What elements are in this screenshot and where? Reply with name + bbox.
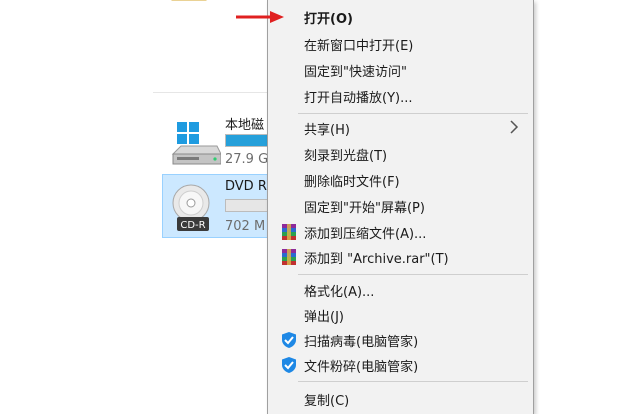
menu-item-delete-temp-files[interactable]: 删除临时文件(F): [268, 169, 533, 191]
menu-item-share[interactable]: 共享(H): [268, 117, 533, 139]
context-menu: 打开(O) 在新窗口中打开(E) 固定到"快速访问" 打开自动播放(Y)... …: [267, 0, 534, 414]
menu-item-label: 扫描病毒(电脑管家): [304, 335, 419, 350]
menu-item-label: 固定到"快速访问": [304, 65, 407, 80]
drive-usage-bar: [225, 199, 273, 212]
menu-item-label: 打开自动播放(Y)...: [304, 91, 413, 106]
winrar-icon: [282, 249, 296, 265]
menu-item-label: 删除临时文件(F): [304, 175, 400, 190]
menu-item-pin-quick-access[interactable]: 固定到"快速访问": [268, 59, 533, 81]
menu-item-burn-disc[interactable]: 刻录到光盘(T): [268, 143, 533, 165]
menu-item-label: 复制(C): [304, 394, 350, 409]
chevron-right-icon: [510, 120, 519, 134]
menu-item-scan-virus[interactable]: 扫描病毒(电脑管家): [268, 329, 533, 351]
menu-item-eject[interactable]: 弹出(J): [268, 304, 533, 326]
menu-separator: [298, 381, 528, 382]
drive-item-local[interactable]: 本地磁 27.9 G: [163, 112, 273, 174]
shield-icon: [282, 357, 296, 373]
menu-item-label: 打开(O): [304, 12, 353, 27]
menu-item-label: 格式化(A)...: [304, 285, 375, 300]
drive-name: DVD R: [225, 179, 267, 194]
menu-item-label: 刻录到光盘(T): [304, 149, 388, 164]
menu-item-open-autoplay[interactable]: 打开自动播放(Y)...: [268, 85, 533, 107]
red-arrow-icon: [236, 11, 284, 23]
menu-item-open[interactable]: 打开(O): [268, 6, 533, 28]
menu-item-pin-start[interactable]: 固定到"开始"屏幕(P): [268, 195, 533, 217]
menu-item-add-to-archive[interactable]: 添加到压缩文件(A)...: [268, 221, 533, 243]
menu-item-shred-file[interactable]: 文件粉碎(电脑管家): [268, 354, 533, 376]
cd-r-badge: CD-R: [180, 220, 205, 231]
winrar-icon: [282, 224, 296, 240]
drive-name: 本地磁: [225, 118, 265, 133]
drive-item-dvd[interactable]: CD-R DVD R 702 M: [162, 174, 274, 238]
menu-item-open-new-window[interactable]: 在新窗口中打开(E): [268, 33, 533, 55]
menu-item-label: 添加到 "Archive.rar"(T): [304, 252, 449, 267]
menu-separator: [298, 113, 528, 114]
shield-icon: [282, 332, 296, 348]
drive-usage-bar: [225, 134, 273, 147]
menu-separator: [298, 274, 528, 275]
menu-item-format[interactable]: 格式化(A)...: [268, 279, 533, 301]
menu-item-label: 文件粉碎(电脑管家): [304, 360, 419, 375]
section-divider: [153, 92, 268, 93]
menu-item-label: 共享(H): [304, 123, 350, 138]
drive-size: 702 M: [225, 219, 266, 234]
menu-item-label: 弹出(J): [304, 310, 344, 325]
drive-size: 27.9 G: [225, 152, 269, 167]
menu-item-copy[interactable]: 复制(C): [268, 388, 533, 410]
menu-item-label: 添加到压缩文件(A)...: [304, 227, 427, 242]
menu-item-label: 固定到"开始"屏幕(P): [304, 201, 425, 216]
drive-usage-fill: [226, 135, 272, 146]
menu-item-label: 在新窗口中打开(E): [304, 39, 414, 54]
windows-drive-icon: [171, 122, 221, 165]
cd-r-icon: CD-R: [172, 184, 210, 231]
menu-item-add-to-archive-rar[interactable]: 添加到 "Archive.rar"(T): [268, 246, 533, 268]
folder-icon: [171, 0, 207, 1]
